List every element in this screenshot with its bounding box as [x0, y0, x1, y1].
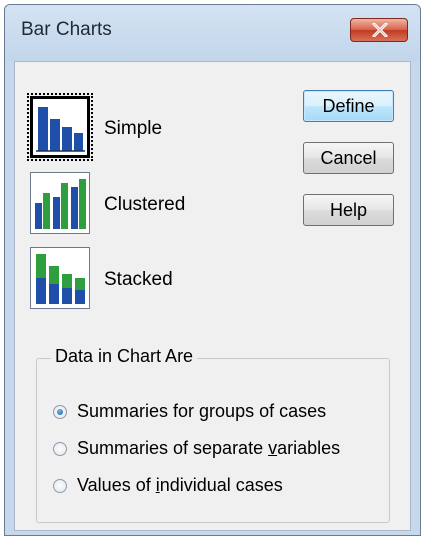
chart-type-stacked[interactable]: Stacked [30, 247, 260, 313]
radio-label: Values of individual cases [77, 475, 283, 496]
radio-summaries-for-groups[interactable]: Summaries for groups of cases [53, 401, 383, 425]
define-button[interactable]: Define [303, 90, 394, 122]
radio-label-text: Values of [77, 475, 156, 495]
chart-type-label: Simple [104, 118, 163, 139]
radio-button-checked[interactable] [53, 405, 67, 419]
stacked-bar-chart-icon [30, 247, 90, 309]
radio-label-text: Summaries of separate [77, 438, 269, 458]
radio-label: Summaries of separate variables [77, 438, 340, 459]
help-button[interactable]: Help [303, 194, 394, 226]
close-icon [372, 23, 388, 37]
radio-label-text: roups of cases [209, 401, 327, 421]
group-legend: Data in Chart Are [51, 346, 198, 367]
radio-summaries-of-separate-variables[interactable]: Summaries of separate variables [53, 438, 383, 462]
radio-button[interactable] [53, 442, 67, 456]
chart-type-label: Clustered [104, 194, 186, 215]
radio-label-text: ariables [277, 438, 341, 458]
cancel-button[interactable]: Cancel [303, 142, 394, 174]
radio-label-mnemonic: g [199, 401, 210, 421]
window-title: Bar Charts [21, 19, 112, 40]
chart-type-label: Stacked [104, 269, 173, 290]
close-button[interactable] [350, 18, 408, 42]
dialog-body: Simple Clustered Stacked Define Cancel H… [14, 61, 411, 531]
clustered-bar-chart-icon [30, 172, 90, 234]
radio-label-mnemonic: v [268, 438, 278, 458]
simple-bar-chart-icon [27, 93, 93, 161]
chart-type-simple[interactable]: Simple [27, 93, 260, 162]
data-in-chart-are-group: Data in Chart Are Summaries for groups o… [36, 346, 390, 523]
chart-type-clustered[interactable]: Clustered [30, 172, 260, 238]
radio-label: Summaries for groups of cases [77, 401, 326, 422]
radio-label-text: Summaries for [77, 401, 200, 421]
bar-charts-dialog: Bar Charts Simple Clustered Stacked Defi… [4, 4, 421, 536]
radio-button[interactable] [53, 479, 67, 493]
radio-label-text: ndividual cases [159, 475, 283, 495]
radio-values-of-individual-cases[interactable]: Values of individual cases [53, 475, 383, 499]
title-bar[interactable]: Bar Charts [5, 5, 420, 61]
